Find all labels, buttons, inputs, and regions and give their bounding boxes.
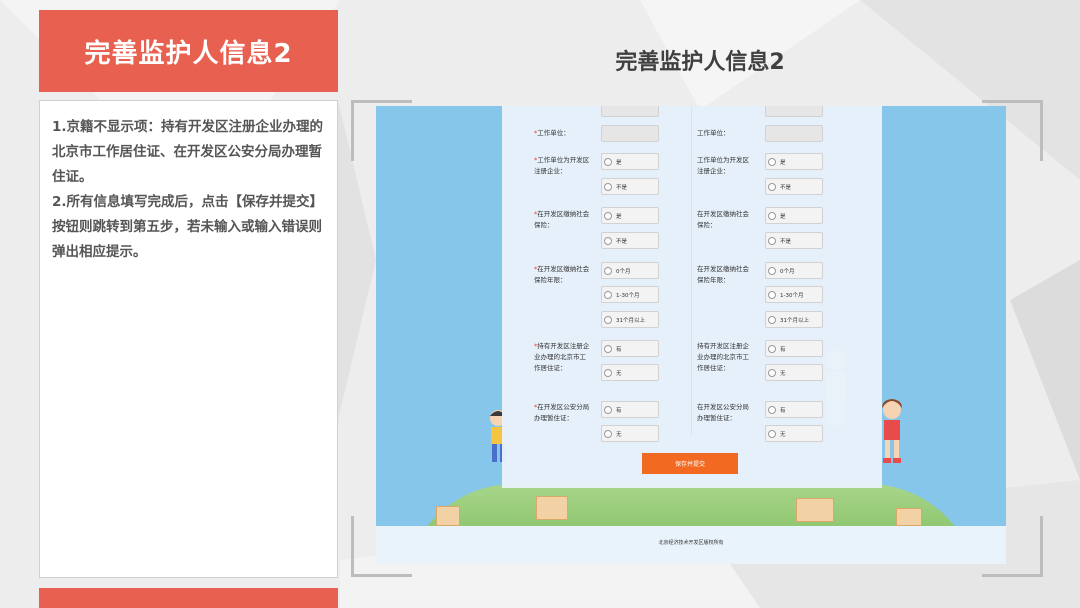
radio-residence-have-right[interactable]: 有 bbox=[765, 340, 823, 357]
radio-icon bbox=[768, 429, 776, 438]
radio-years-0-right[interactable]: 0个月 bbox=[765, 262, 823, 279]
slide-title: 完善监护人信息2 bbox=[615, 50, 785, 75]
label-social-insurance-right: 在开发区缴纳社会 保险： bbox=[697, 210, 749, 229]
radio-icon bbox=[768, 344, 776, 353]
radio-insurance-yes-right[interactable]: 是 bbox=[765, 207, 823, 224]
radio-icon bbox=[604, 211, 612, 220]
radio-insurance-yes[interactable]: 是 bbox=[601, 207, 659, 224]
label-temp-permit: *在开发区公安分局 办理暂住证： bbox=[534, 403, 590, 422]
form-screenshot: *工作单位： *工作单位为开发区 注册企业： 是 不是 *在开发区缴纳社会 保险： … bbox=[376, 106, 1006, 564]
previous-field-input[interactable] bbox=[765, 106, 823, 117]
label-residence-permit: *持有开发区注册企 业办理的北京市工 作居住证： bbox=[534, 342, 590, 372]
radio-years-1-30[interactable]: 1-30个月 bbox=[601, 286, 659, 303]
label-registered-company-right: 工作单位为开发区 注册企业： bbox=[697, 156, 749, 175]
radio-registered-no-right[interactable]: 不是 bbox=[765, 178, 823, 195]
description-paragraph-1: 1.京籍不显示项：持有开发区注册企业办理的北京市工作居住证、在开发区公安分局办理… bbox=[52, 119, 324, 185]
radio-icon bbox=[768, 266, 776, 275]
radio-insurance-no[interactable]: 不是 bbox=[601, 232, 659, 249]
radio-icon bbox=[604, 182, 612, 191]
radio-icon bbox=[604, 290, 612, 299]
radio-icon bbox=[604, 429, 612, 438]
radio-residence-none-right[interactable]: 无 bbox=[765, 364, 823, 381]
radio-temp-have[interactable]: 有 bbox=[601, 401, 659, 418]
building bbox=[796, 498, 834, 522]
radio-icon bbox=[768, 236, 776, 245]
column-divider bbox=[691, 106, 692, 436]
label-insurance-years-right: 在开发区缴纳社会 保险年限： bbox=[697, 265, 749, 284]
radio-residence-have[interactable]: 有 bbox=[601, 340, 659, 357]
work-unit-input-right[interactable] bbox=[765, 125, 823, 142]
radio-icon bbox=[604, 405, 612, 414]
radio-icon bbox=[604, 236, 612, 245]
radio-registered-no[interactable]: 不是 bbox=[601, 178, 659, 195]
radio-registered-yes-right[interactable]: 是 bbox=[765, 153, 823, 170]
label-insurance-years: *在开发区缴纳社会 保险年限： bbox=[534, 265, 590, 284]
radio-icon bbox=[768, 315, 776, 324]
radio-years-31-plus[interactable]: 31个月以上 bbox=[601, 311, 659, 328]
radio-insurance-no-right[interactable]: 不是 bbox=[765, 232, 823, 249]
radio-icon bbox=[604, 344, 612, 353]
radio-icon bbox=[604, 266, 612, 275]
radio-icon bbox=[768, 405, 776, 414]
label-work-unit: *工作单位： bbox=[534, 129, 570, 137]
save-submit-button[interactable]: 保存并提交 bbox=[642, 453, 738, 474]
label-work-unit-right: 工作单位： bbox=[697, 129, 730, 137]
left-footer-bar bbox=[39, 588, 338, 608]
radio-icon bbox=[604, 315, 612, 324]
radio-registered-yes[interactable]: 是 bbox=[601, 153, 659, 170]
radio-icon bbox=[768, 182, 776, 191]
building bbox=[536, 496, 568, 520]
radio-temp-have-right[interactable]: 有 bbox=[765, 401, 823, 418]
previous-field-input[interactable] bbox=[601, 106, 659, 117]
label-residence-permit-right: 持有开发区注册企 业办理的北京市工 作居住证： bbox=[697, 342, 749, 372]
copyright-text: 北京经济技术开发区版权所有 bbox=[658, 540, 724, 546]
radio-icon bbox=[768, 157, 776, 166]
radio-years-1-30-right[interactable]: 1-30个月 bbox=[765, 286, 823, 303]
radio-icon bbox=[768, 368, 776, 377]
radio-temp-none-right[interactable]: 无 bbox=[765, 425, 823, 442]
label-temp-permit-right: 在开发区公安分局 办理暂住证： bbox=[697, 403, 749, 422]
radio-icon bbox=[768, 290, 776, 299]
building bbox=[436, 506, 460, 526]
work-unit-input[interactable] bbox=[601, 125, 659, 142]
radio-residence-none[interactable]: 无 bbox=[601, 364, 659, 381]
radio-icon bbox=[604, 368, 612, 377]
label-social-insurance: *在开发区缴纳社会 保险： bbox=[534, 210, 590, 229]
left-header-title: 完善监护人信息2 bbox=[84, 38, 293, 69]
building bbox=[896, 508, 922, 526]
radio-temp-none[interactable]: 无 bbox=[601, 425, 659, 442]
radio-icon bbox=[768, 211, 776, 220]
label-registered-company: *工作单位为开发区 注册企业： bbox=[534, 156, 590, 175]
left-header: 完善监护人信息2 bbox=[39, 10, 338, 92]
guardian-form: *工作单位： *工作单位为开发区 注册企业： 是 不是 *在开发区缴纳社会 保险： … bbox=[502, 106, 882, 488]
radio-icon bbox=[604, 157, 612, 166]
radio-years-0[interactable]: 0个月 bbox=[601, 262, 659, 279]
description-paragraph-2: 2.所有信息填写完成后，点击【保存并提交】按钮则跳转到第五步，若未输入或输入错误… bbox=[52, 194, 324, 260]
radio-years-31-plus-right[interactable]: 31个月以上 bbox=[765, 311, 823, 328]
description-box: 1.京籍不显示项：持有开发区注册企业办理的北京市工作居住证、在开发区公安分局办理… bbox=[39, 100, 338, 578]
